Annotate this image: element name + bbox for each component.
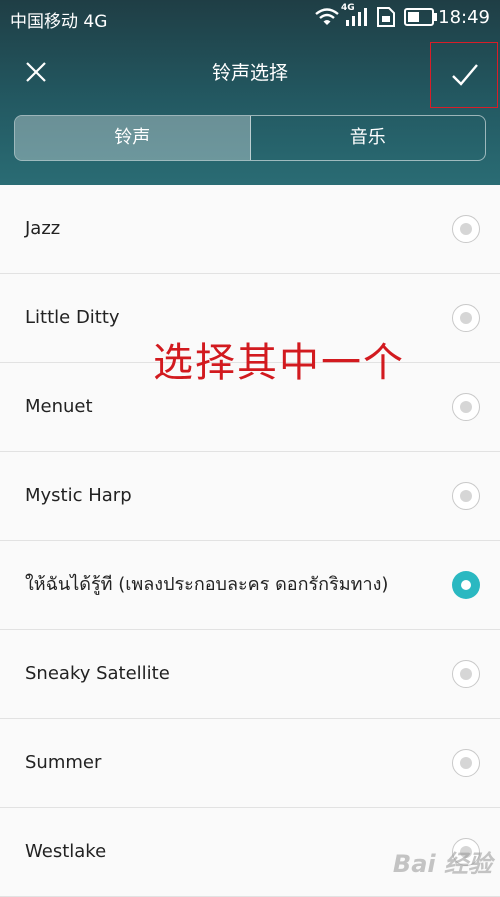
list-item[interactable]: ให้ฉันได้รู้ที (เพลงประกอบละคร ดอกรักริม… xyxy=(0,541,500,630)
wifi-icon xyxy=(314,6,340,33)
radio-button[interactable] xyxy=(452,749,480,777)
ringtone-label: Sneaky Satellite xyxy=(25,663,170,684)
title-bar: 铃声选择 xyxy=(0,36,500,110)
check-icon xyxy=(452,64,478,86)
list-item[interactable]: Jazz xyxy=(0,185,500,274)
ringtone-label: ให้ฉันได้รู้ที (เพลงประกอบละคร ดอกรักริม… xyxy=(25,574,389,595)
app-header: 中国移动 4G 4G 18:49 铃声选择 铃声 音乐 xyxy=(0,0,500,185)
clock: 18:49 xyxy=(438,7,490,28)
tab-ringtones[interactable]: 铃声 xyxy=(15,116,251,160)
radio-button[interactable] xyxy=(452,215,480,243)
status-bar: 中国移动 4G 4G 18:49 xyxy=(0,0,500,36)
ringtone-label: Summer xyxy=(25,752,102,773)
list-item[interactable]: Mystic Harp xyxy=(0,452,500,541)
tutorial-annotation: 选择其中一个 xyxy=(153,340,405,386)
ringtone-label: Westlake xyxy=(25,841,107,862)
page-title: 铃声选择 xyxy=(211,62,288,84)
watermark: Bai 经验 xyxy=(392,850,492,878)
list-item[interactable]: Sneaky Satellite xyxy=(0,630,500,719)
radio-button[interactable] xyxy=(452,304,480,332)
ringtone-label: Jazz xyxy=(25,218,61,239)
tab-switcher: 铃声 音乐 xyxy=(14,115,486,161)
radio-button[interactable] xyxy=(452,393,480,421)
sim-icon xyxy=(375,6,397,33)
ringtone-label: Mystic Harp xyxy=(25,485,132,506)
carrier-label: 中国移动 4G xyxy=(10,12,108,32)
battery-icon xyxy=(404,8,438,31)
tab-music[interactable]: 音乐 xyxy=(251,116,486,160)
confirm-button[interactable] xyxy=(430,42,498,108)
ringtone-list: Jazz Little Ditty Menuet Mystic Harp ให้… xyxy=(0,185,500,897)
radio-button[interactable] xyxy=(452,482,480,510)
signal-icon xyxy=(344,6,370,33)
radio-button-selected[interactable] xyxy=(452,571,480,599)
list-item[interactable]: Summer xyxy=(0,719,500,808)
radio-button[interactable] xyxy=(452,660,480,688)
ringtone-label: Little Ditty xyxy=(25,307,120,328)
ringtone-label: Menuet xyxy=(25,396,93,417)
